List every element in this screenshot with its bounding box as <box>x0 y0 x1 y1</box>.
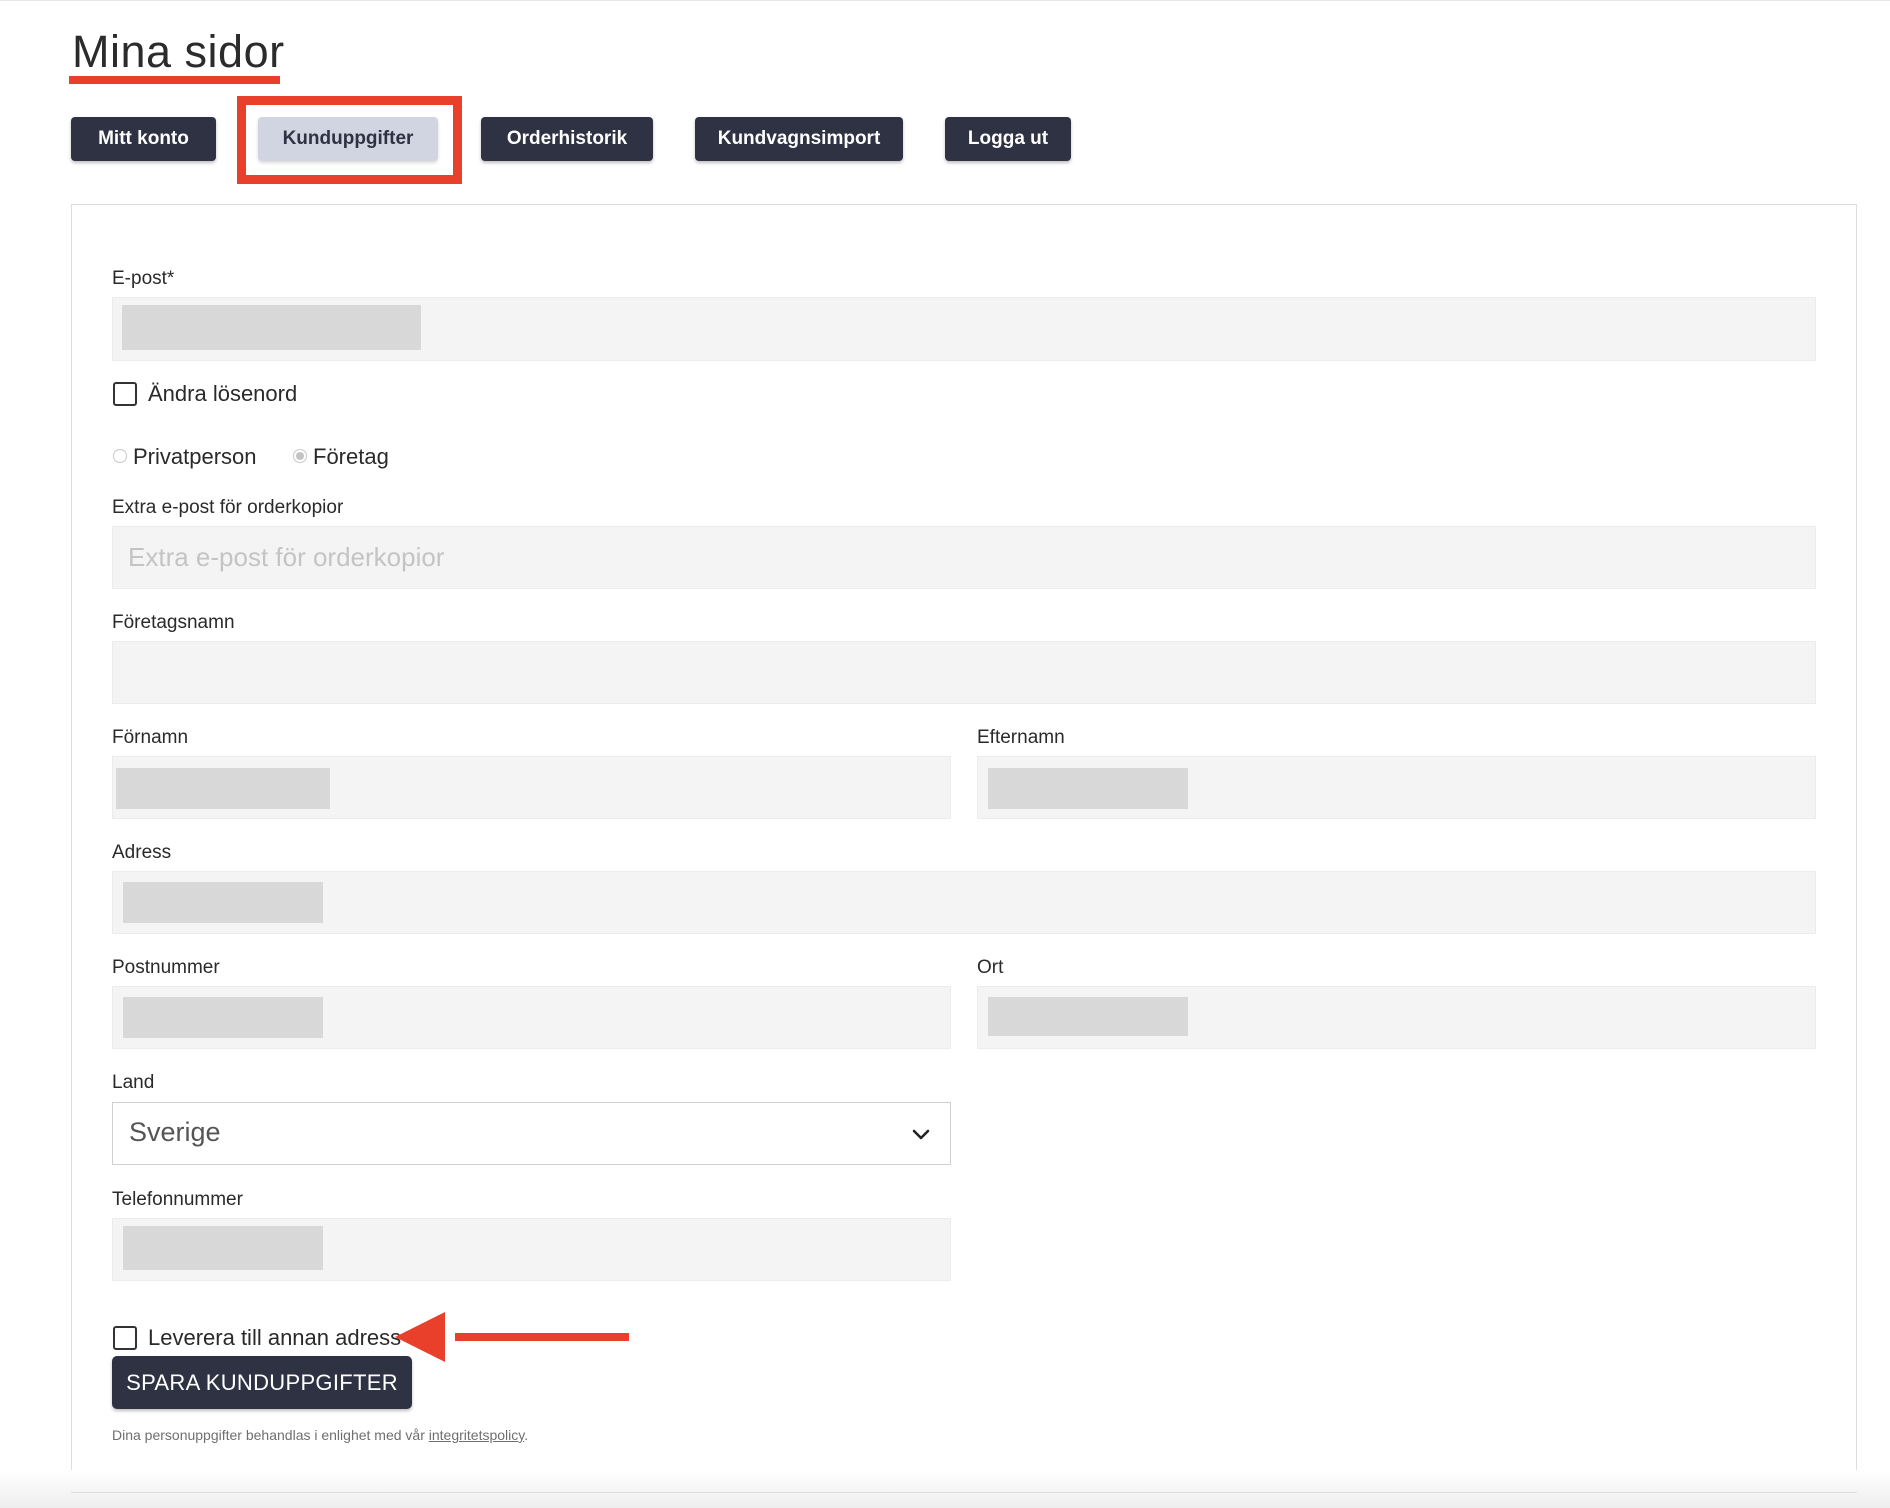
tab-kundvagnsimport[interactable]: Kundvagnsimport <box>695 117 903 161</box>
page-title: Mina sidor <box>72 26 285 77</box>
tab-mitt-konto[interactable]: Mitt konto <box>71 117 216 161</box>
privacy-policy-link[interactable]: integritetspolicy <box>429 1427 524 1443</box>
address-field[interactable] <box>112 871 1816 934</box>
redacted-city <box>988 997 1188 1036</box>
radio-privatperson-label: Privatperson <box>133 444 257 469</box>
address-label: Adress <box>112 842 172 863</box>
company-field[interactable] <box>112 641 1816 704</box>
other-address-checkbox[interactable] <box>113 1326 137 1350</box>
phone-label: Telefonnummer <box>112 1189 243 1210</box>
bottom-fade <box>0 1470 1890 1508</box>
redacted-zip <box>123 997 323 1038</box>
change-password-checkbox[interactable] <box>113 382 137 406</box>
privacy-text: Dina personuppgifter behandlas i enlighe… <box>112 1427 429 1443</box>
country-label: Land <box>112 1072 155 1093</box>
company-label: Företagsnamn <box>112 612 235 633</box>
redacted-lastname <box>988 768 1188 809</box>
card-bottom-border <box>71 1492 1857 1493</box>
city-label: Ort <box>977 957 1004 978</box>
redacted-firstname <box>116 768 330 809</box>
top-border <box>0 0 1890 1</box>
email-label: E-post* <box>112 268 175 289</box>
redacted-email <box>122 305 421 350</box>
change-password-label: Ändra lösenord <box>148 381 298 406</box>
privacy-notice: Dina personuppgifter behandlas i enlighe… <box>112 1427 528 1443</box>
country-select-value: Sverige <box>129 1117 221 1147</box>
tab-logga-ut[interactable]: Logga ut <box>945 117 1071 161</box>
extra-email-placeholder: Extra e-post för orderkopior <box>128 542 445 572</box>
firstname-label: Förnamn <box>112 727 189 748</box>
title-underline-annotation <box>69 76 280 84</box>
save-customer-details-button[interactable]: SPARA KUNDUPPGIFTER <box>112 1356 412 1409</box>
tab-orderhistorik[interactable]: Orderhistorik <box>481 117 653 161</box>
chevron-down-icon <box>912 1129 930 1140</box>
radio-foretag[interactable] <box>293 449 307 463</box>
pointer-arrow-icon <box>395 1312 629 1362</box>
extra-email-label: Extra e-post för orderkopior <box>112 497 344 518</box>
redacted-phone <box>123 1226 323 1270</box>
active-tab-highlight-annotation <box>237 96 462 184</box>
redacted-address <box>123 882 323 923</box>
country-select[interactable]: Sverige <box>112 1102 951 1165</box>
radio-foretag-label: Företag <box>313 444 389 469</box>
zip-label: Postnummer <box>112 957 220 978</box>
radio-privatperson[interactable] <box>113 449 127 463</box>
other-address-label: Leverera till annan adress <box>148 1325 402 1350</box>
customer-details-card <box>71 204 1857 1494</box>
lastname-label: Efternamn <box>977 727 1065 748</box>
privacy-suffix: . <box>524 1427 529 1443</box>
